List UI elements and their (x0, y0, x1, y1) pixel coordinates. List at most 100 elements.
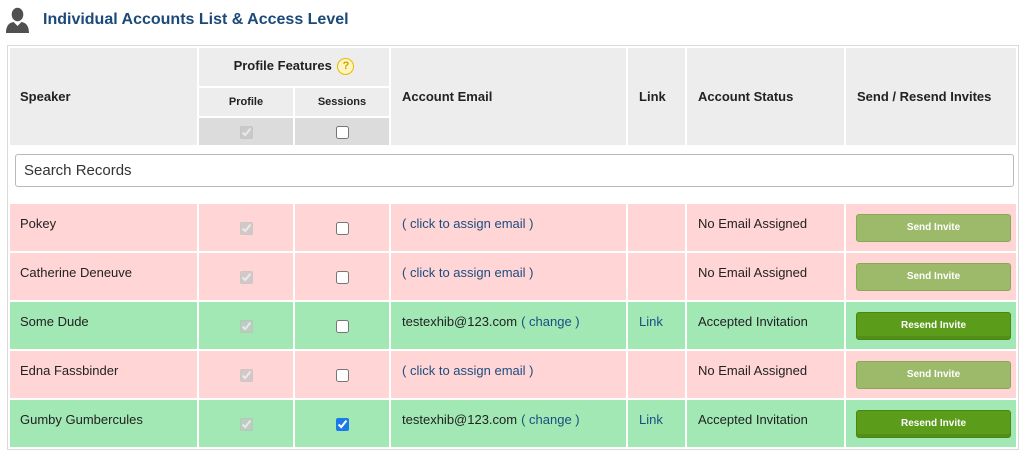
sessions-cell (295, 204, 390, 251)
change-email-link[interactable]: ( change ) (521, 314, 580, 329)
sessions-all-checkbox[interactable] (335, 126, 349, 140)
header-sessions-checkbox-cell (295, 118, 390, 145)
sessions-cell (295, 302, 390, 349)
sessions-cell (295, 253, 390, 300)
link-cell (628, 204, 686, 251)
help-icon[interactable]: ? (337, 57, 355, 75)
sessions-checkbox[interactable] (335, 271, 349, 285)
account-status: No Email Assigned (698, 265, 808, 280)
status-cell: Accepted Invitation (687, 302, 845, 349)
sessions-checkbox[interactable] (335, 369, 349, 383)
search-cell (10, 147, 1017, 202)
resend-invite-button[interactable]: Resend Invite (856, 409, 1012, 438)
link-cell (628, 253, 686, 300)
email-cell-content: ( click to assign email ) (391, 253, 626, 281)
table-row: Some Dude testexhib@123.com( change ) Li… (10, 302, 1017, 349)
page-title: Individual Accounts List & Access Level (43, 11, 349, 28)
email-cell-content: ( click to assign email ) (391, 204, 626, 232)
profile-checkbox (239, 222, 253, 236)
profile-checkbox (239, 320, 253, 334)
profile-cell (199, 253, 293, 300)
account-link[interactable]: Link (639, 314, 663, 329)
status-cell: No Email Assigned (687, 204, 845, 251)
account-status: No Email Assigned (698, 363, 808, 378)
speaker-cell: Some Dude (10, 302, 197, 349)
profile-checkbox (239, 418, 253, 432)
header-sessions: Sessions (295, 88, 390, 116)
send-invite-button[interactable]: Send Invite (856, 262, 1012, 291)
send-invite-button[interactable]: Send Invite (856, 360, 1012, 389)
account-status: Accepted Invitation (698, 412, 808, 427)
link-cell-content: Link (628, 400, 685, 428)
header-profile-features-label: Profile Features (233, 58, 332, 74)
assign-email-link[interactable]: ( click to assign email ) (402, 216, 533, 231)
profile-cell (199, 400, 293, 447)
resend-invite-button[interactable]: Resend Invite (856, 311, 1012, 340)
user-icon (5, 7, 30, 33)
email-address: testexhib@123.com (402, 314, 518, 329)
profile-checkbox (239, 369, 253, 383)
invite-cell: Resend Invite (846, 302, 1017, 349)
email-cell: ( click to assign email ) (391, 253, 627, 300)
page-header: Individual Accounts List & Access Level (5, 7, 349, 33)
invite-cell: Send Invite (846, 351, 1017, 398)
sessions-cell (295, 351, 390, 398)
header-send-resend-invites: Send / Resend Invites (846, 48, 1017, 145)
account-status: Accepted Invitation (698, 314, 808, 329)
assign-email-link[interactable]: ( click to assign email ) (402, 363, 533, 378)
profile-cell (199, 302, 293, 349)
status-cell: Accepted Invitation (687, 400, 845, 447)
search-input[interactable] (15, 154, 1015, 187)
header-link: Link (628, 48, 686, 145)
email-cell: testexhib@123.com( change ) (391, 302, 627, 349)
email-cell: ( click to assign email ) (391, 204, 627, 251)
profile-all-checkbox (239, 126, 253, 140)
email-cell: ( click to assign email ) (391, 351, 627, 398)
header-profile: Profile (199, 88, 293, 116)
status-cell: No Email Assigned (687, 253, 845, 300)
table-row: Edna Fassbinder ( click to assign email … (10, 351, 1017, 398)
email-address: testexhib@123.com (402, 412, 518, 427)
account-status: No Email Assigned (698, 216, 808, 231)
search-row (10, 147, 1017, 202)
table-row: Catherine Deneuve ( click to assign emai… (10, 253, 1017, 300)
profile-cell (199, 351, 293, 398)
header-account-email: Account Email (391, 48, 627, 145)
table-row: Pokey ( click to assign email ) No Email… (10, 204, 1017, 251)
sessions-checkbox[interactable] (335, 320, 349, 334)
header-profile-checkbox-cell (199, 118, 293, 145)
link-cell (628, 351, 686, 398)
speaker-cell: Catherine Deneuve (10, 253, 197, 300)
speaker-name: Catherine Deneuve (20, 265, 133, 280)
email-cell-content: ( click to assign email ) (391, 351, 626, 379)
profile-checkbox (239, 271, 253, 285)
header-speaker: Speaker (10, 48, 197, 145)
link-cell-content: Link (628, 302, 685, 330)
send-invite-button[interactable]: Send Invite (856, 213, 1012, 242)
invite-cell: Send Invite (846, 204, 1017, 251)
assign-email-link[interactable]: ( click to assign email ) (402, 265, 533, 280)
link-cell: Link (628, 302, 686, 349)
invite-cell: Send Invite (846, 253, 1017, 300)
sessions-checkbox[interactable] (335, 418, 349, 432)
speaker-cell: Pokey (10, 204, 197, 251)
speaker-name: Some Dude (20, 314, 89, 329)
speaker-name: Edna Fassbinder (20, 363, 119, 378)
speaker-name: Gumby Gumbercules (20, 412, 143, 427)
sessions-cell (295, 400, 390, 447)
email-cell-content: testexhib@123.com( change ) (391, 302, 626, 330)
table-row: Gumby Gumbercules testexhib@123.com( cha… (10, 400, 1017, 447)
sessions-checkbox[interactable] (335, 222, 349, 236)
link-cell: Link (628, 400, 686, 447)
account-link[interactable]: Link (639, 412, 663, 427)
header-profile-features: Profile Features ? (199, 48, 390, 86)
invite-cell: Resend Invite (846, 400, 1017, 447)
email-cell: testexhib@123.com( change ) (391, 400, 627, 447)
speaker-cell: Gumby Gumbercules (10, 400, 197, 447)
change-email-link[interactable]: ( change ) (521, 412, 580, 427)
status-cell: No Email Assigned (687, 351, 845, 398)
profile-cell (199, 204, 293, 251)
speaker-name: Pokey (20, 216, 57, 231)
accounts-table: Speaker Profile Features ? Account Email… (7, 45, 1020, 450)
email-cell-content: testexhib@123.com( change ) (391, 400, 626, 428)
